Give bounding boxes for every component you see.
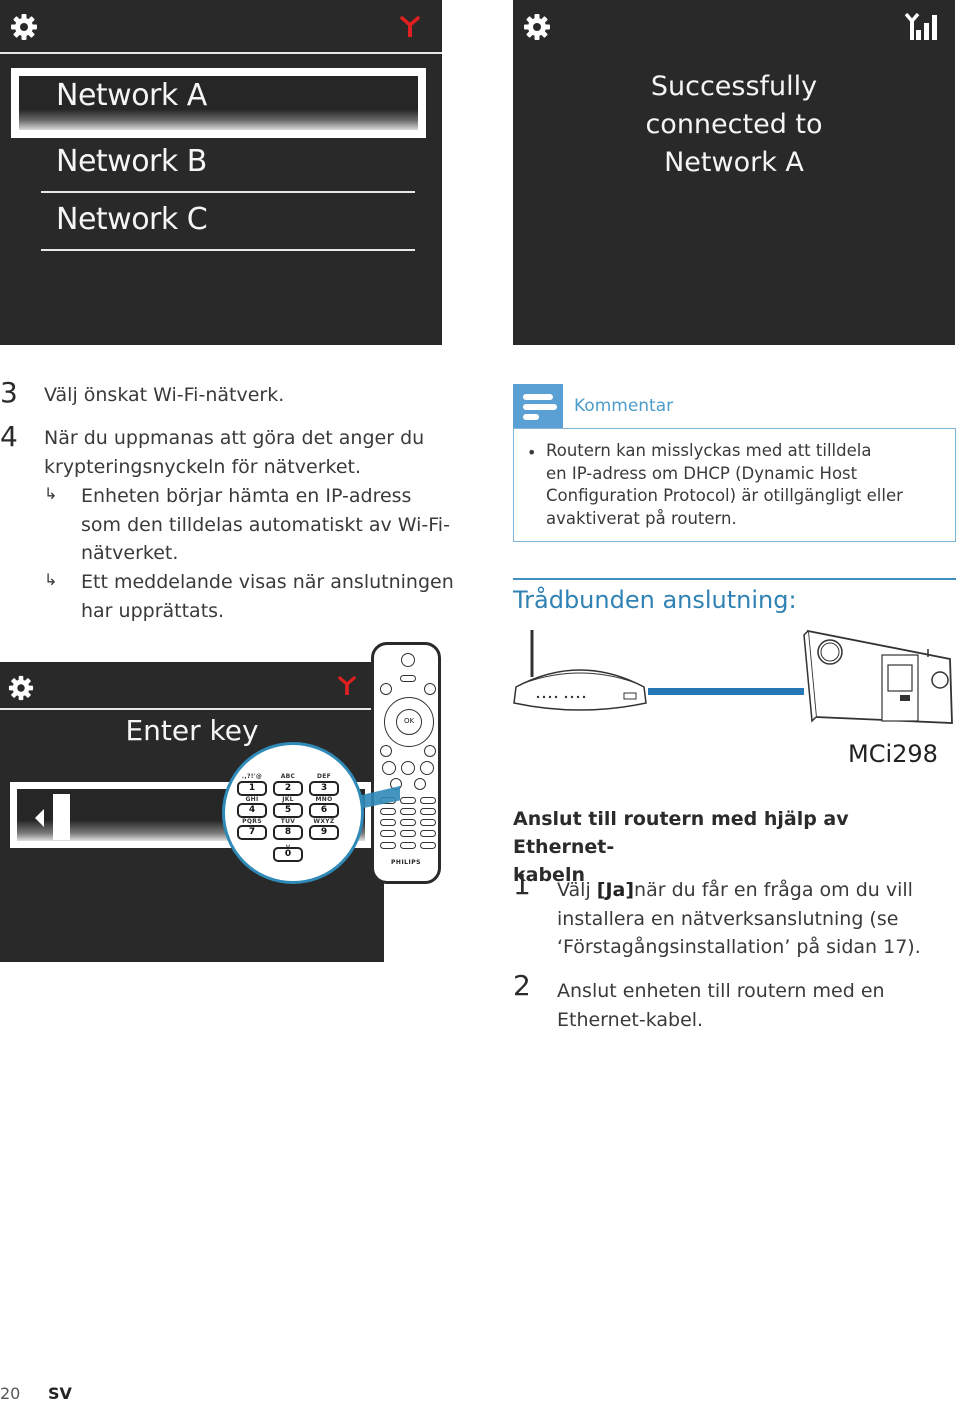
- keypad-key: 1: [237, 781, 267, 796]
- ethernet-cable: [648, 688, 804, 695]
- step-text: När du uppmanas att göra det anger du kr…: [44, 427, 425, 478]
- connection-message: Successfully connected to Network A: [513, 68, 955, 182]
- gear-icon[interactable]: [10, 13, 38, 41]
- message-line: Network A: [664, 147, 804, 178]
- antenna-no-signal-icon: [400, 16, 420, 37]
- result-arrow-icon: ↳: [44, 484, 58, 503]
- gear-icon[interactable]: [523, 13, 551, 41]
- list-divider: [41, 249, 415, 251]
- device-model-label: MCi298: [848, 740, 938, 768]
- note-icon: [513, 384, 563, 429]
- step-number: 2: [513, 969, 531, 1002]
- device-illustration: [803, 629, 953, 724]
- signal-strength-icon: [905, 12, 937, 40]
- screen-title: Enter key: [125, 714, 259, 747]
- keypad-key: 5: [273, 803, 303, 818]
- next-button-icon: [420, 761, 434, 775]
- antenna-no-signal-icon: [338, 676, 356, 695]
- step-number: 4: [0, 420, 18, 453]
- connection-success-screen: Successfully connected to Network A: [513, 0, 955, 345]
- gear-icon[interactable]: [8, 675, 34, 701]
- step-text: Välj önskat Wi-Fi-nätverk.: [44, 384, 285, 406]
- network-item[interactable]: Network B: [56, 144, 207, 179]
- language-code: SV: [48, 1384, 72, 1403]
- back-button-icon: [380, 745, 392, 757]
- keypad-key: 9: [309, 825, 339, 840]
- result-text: Ett meddelande visas när anslutningen ha…: [81, 571, 454, 622]
- text-cursor: [53, 794, 70, 840]
- keypad-key: 3: [309, 781, 339, 796]
- keypad-key: 2: [273, 781, 303, 796]
- prev-button-icon: [382, 761, 396, 775]
- note-text: Routern kan misslyckas med att tilldela …: [546, 441, 903, 528]
- ok-button: OK: [396, 709, 422, 735]
- network-item[interactable]: Network A: [56, 78, 207, 113]
- header-divider: [0, 52, 442, 54]
- network-list-screen: Network A Network B Network C: [0, 0, 442, 345]
- note-title: Kommentar: [574, 396, 674, 416]
- play-pause-button-icon: [401, 761, 415, 775]
- remote-control-illustration: OK PHILIPS: [371, 642, 441, 884]
- message-line: connected to: [645, 109, 823, 140]
- step-number: 1: [513, 868, 531, 901]
- result-arrow-icon: ↳: [44, 570, 58, 589]
- keypad-key: 6: [309, 803, 339, 818]
- keypad-magnifier: .,?!'@ 1 ABC 2 DEF 3 GHI 4 JKL 5 MNO 6 P…: [222, 742, 364, 884]
- network-item[interactable]: Network C: [56, 202, 208, 237]
- eject-button-icon: [400, 675, 416, 682]
- cursor-left-arrow-icon[interactable]: [35, 809, 44, 827]
- header-divider: [0, 708, 384, 710]
- power-button-icon: [401, 653, 415, 667]
- step-text: Välj [Ja]när du får en fråga om du vill …: [557, 879, 921, 958]
- page-number: 20: [0, 1384, 21, 1403]
- step-text: Anslut enheten till routern med en Ether…: [557, 980, 885, 1031]
- router-illustration: [513, 630, 647, 711]
- keypad-key: 0: [273, 847, 303, 862]
- list-divider: [41, 191, 415, 193]
- keypad-key: 8: [273, 825, 303, 840]
- search-button-icon: [380, 683, 392, 695]
- message-line: Successfully: [650, 71, 818, 102]
- result-text: Enheten börjar hämta en IP-adress som de…: [81, 485, 450, 564]
- favorite-button-icon: [424, 683, 436, 695]
- step-number: 3: [0, 376, 18, 409]
- home-button-icon: [424, 745, 436, 757]
- section-divider: [513, 578, 956, 580]
- keypad-key: 7: [237, 825, 267, 840]
- option-label: [Ja]: [596, 879, 635, 901]
- keypad-key: 4: [237, 803, 267, 818]
- section-title: Trådbunden anslutning:: [513, 586, 797, 614]
- bullet-icon: •: [527, 443, 537, 462]
- remote-brand: PHILIPS: [391, 859, 421, 866]
- volume-up-button-icon: [414, 778, 426, 790]
